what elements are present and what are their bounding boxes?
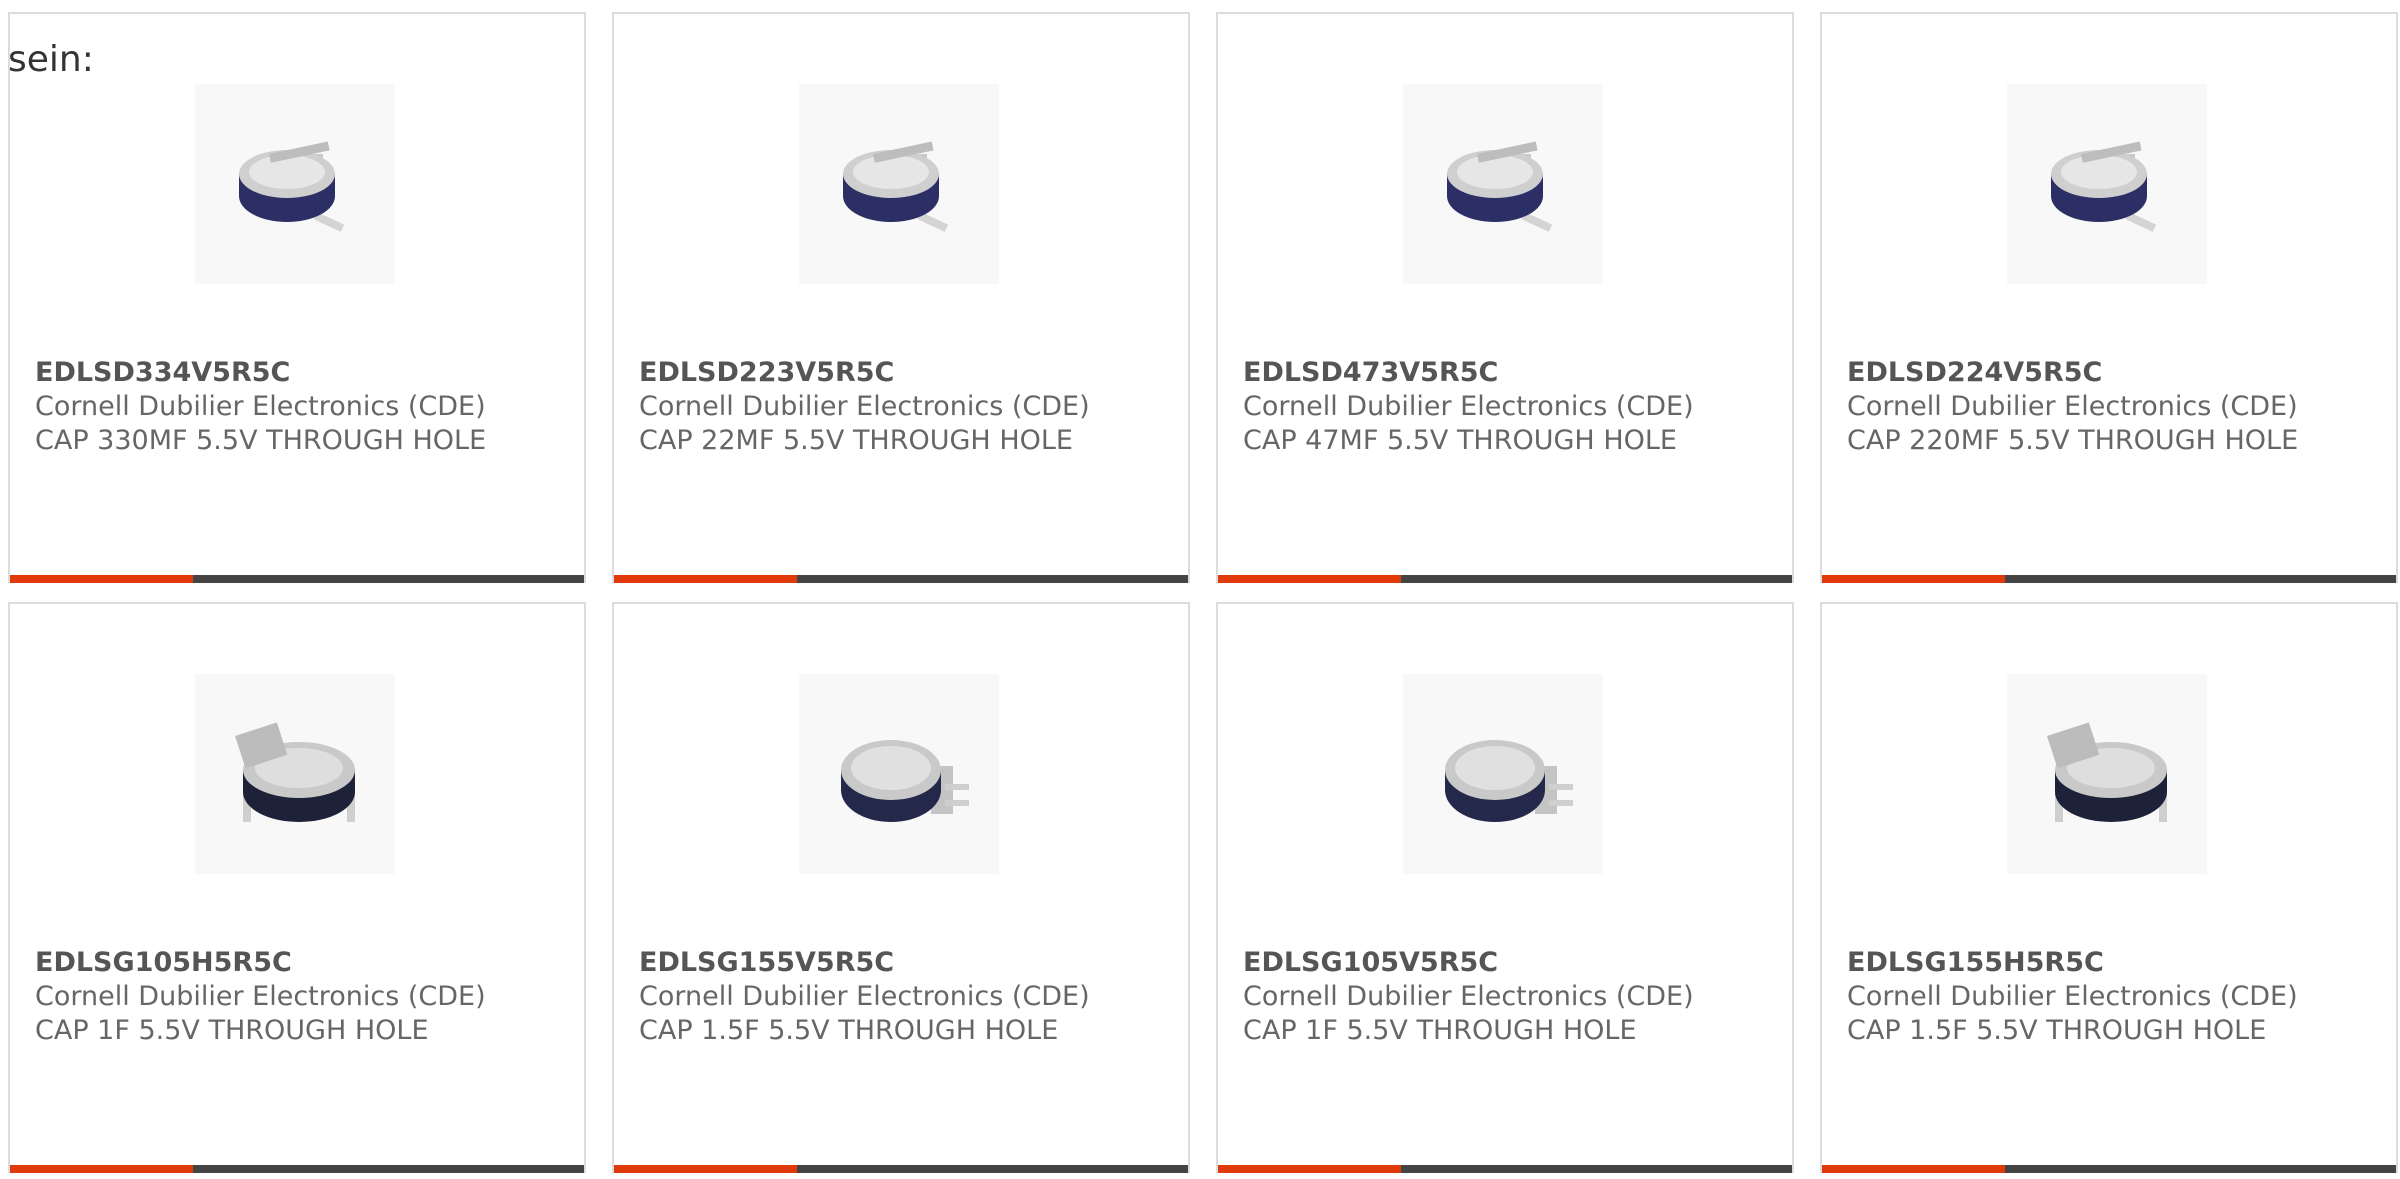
card-footer-bar (10, 1165, 584, 1173)
description: CAP 1.5F 5.5V THROUGH HOLE (639, 1015, 1059, 1046)
description: CAP 1F 5.5V THROUGH HOLE (35, 1015, 429, 1046)
product-image[interactable] (799, 674, 999, 874)
description: CAP 22MF 5.5V THROUGH HOLE (639, 425, 1073, 456)
supercapacitor-icon (195, 84, 395, 284)
card-footer-bar (614, 1165, 1188, 1173)
supercapacitor-icon (2007, 674, 2207, 874)
product-card[interactable]: EDLSD224V5R5C Cornell Dubilier Electroni… (1820, 12, 2398, 583)
part-number[interactable]: EDLSD224V5R5C (1847, 357, 2102, 388)
part-number[interactable]: EDLSG105V5R5C (1243, 947, 1498, 978)
accent-bar (10, 575, 193, 583)
part-number[interactable]: EDLSD473V5R5C (1243, 357, 1498, 388)
accent-bar (10, 1165, 193, 1173)
accent-bar (1822, 1165, 2005, 1173)
card-footer-bar (1218, 575, 1792, 583)
manufacturer: Cornell Dubilier Electronics (CDE) (639, 391, 1090, 422)
description: CAP 330MF 5.5V THROUGH HOLE (35, 425, 487, 456)
product-card[interactable]: EDLSD334V5R5C Cornell Dubilier Electroni… (8, 12, 586, 583)
product-grid: EDLSD334V5R5C Cornell Dubilier Electroni… (8, 12, 2400, 1179)
part-number[interactable]: EDLSD334V5R5C (35, 357, 290, 388)
manufacturer: Cornell Dubilier Electronics (CDE) (1847, 391, 2298, 422)
description: CAP 1F 5.5V THROUGH HOLE (1243, 1015, 1637, 1046)
manufacturer: Cornell Dubilier Electronics (CDE) (639, 981, 1090, 1012)
supercapacitor-icon (2007, 84, 2207, 284)
card-footer-bar (1822, 575, 2396, 583)
supercapacitor-icon (799, 674, 999, 874)
accent-bar (1218, 1165, 1401, 1173)
product-image[interactable] (195, 84, 395, 284)
supercapacitor-icon (1403, 84, 1603, 284)
product-card[interactable]: EDLSG155H5R5C Cornell Dubilier Electroni… (1820, 602, 2398, 1173)
manufacturer: Cornell Dubilier Electronics (CDE) (1243, 391, 1694, 422)
part-number[interactable]: EDLSD223V5R5C (639, 357, 894, 388)
card-footer-bar (10, 575, 584, 583)
intro-text: sein: (8, 39, 94, 80)
supercapacitor-icon (195, 674, 395, 874)
product-card[interactable]: EDLSG155V5R5C Cornell Dubilier Electroni… (612, 602, 1190, 1173)
part-number[interactable]: EDLSG155H5R5C (1847, 947, 2104, 978)
product-image[interactable] (799, 84, 999, 284)
description: CAP 220MF 5.5V THROUGH HOLE (1847, 425, 2299, 456)
description: CAP 47MF 5.5V THROUGH HOLE (1243, 425, 1677, 456)
card-footer-bar (614, 575, 1188, 583)
product-card[interactable]: EDLSG105H5R5C Cornell Dubilier Electroni… (8, 602, 586, 1173)
manufacturer: Cornell Dubilier Electronics (CDE) (1847, 981, 2298, 1012)
part-number[interactable]: EDLSG155V5R5C (639, 947, 894, 978)
card-footer-bar (1218, 1165, 1792, 1173)
product-card[interactable]: EDLSD223V5R5C Cornell Dubilier Electroni… (612, 12, 1190, 583)
description: CAP 1.5F 5.5V THROUGH HOLE (1847, 1015, 2267, 1046)
accent-bar (1822, 575, 2005, 583)
product-image[interactable] (1403, 674, 1603, 874)
product-image[interactable] (2007, 674, 2207, 874)
supercapacitor-icon (799, 84, 999, 284)
product-image[interactable] (195, 674, 395, 874)
manufacturer: Cornell Dubilier Electronics (CDE) (35, 391, 486, 422)
manufacturer: Cornell Dubilier Electronics (CDE) (1243, 981, 1694, 1012)
accent-bar (614, 575, 797, 583)
product-card[interactable]: EDLSD473V5R5C Cornell Dubilier Electroni… (1216, 12, 1794, 583)
supercapacitor-icon (1403, 674, 1603, 874)
accent-bar (614, 1165, 797, 1173)
part-number[interactable]: EDLSG105H5R5C (35, 947, 292, 978)
product-image[interactable] (1403, 84, 1603, 284)
product-card[interactable]: EDLSG105V5R5C Cornell Dubilier Electroni… (1216, 602, 1794, 1173)
accent-bar (1218, 575, 1401, 583)
manufacturer: Cornell Dubilier Electronics (CDE) (35, 981, 486, 1012)
card-footer-bar (1822, 1165, 2396, 1173)
product-image[interactable] (2007, 84, 2207, 284)
